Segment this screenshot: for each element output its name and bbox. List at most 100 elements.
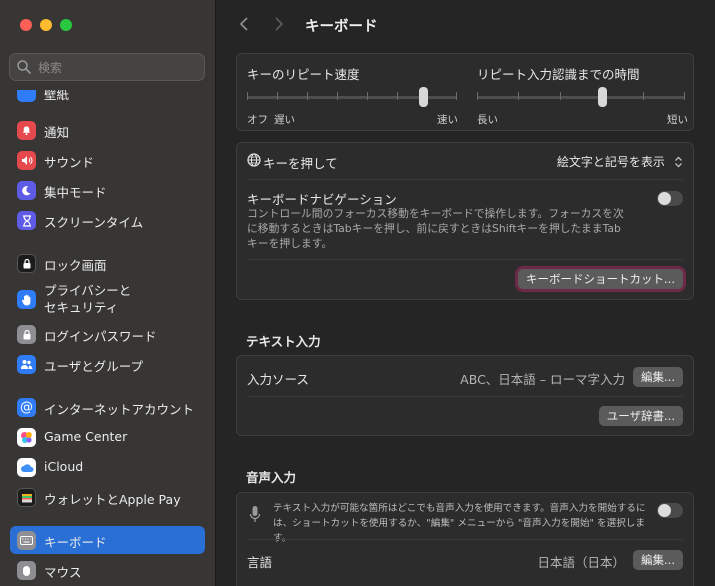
key-repeat-rate-label: キーのリピート速度 <box>247 67 360 82</box>
zoom-window-button[interactable] <box>60 19 72 31</box>
sidebar-item-internet-accounts[interactable]: @ インターネットアカウント <box>10 393 205 421</box>
page-title: キーボード <box>305 19 378 35</box>
sidebar: 壁紙 通知 サウンド 集中モード <box>0 0 216 586</box>
divider <box>247 259 683 260</box>
lock-screen-icon <box>17 254 36 273</box>
forward-button[interactable] <box>268 13 290 37</box>
sidebar-item-focus[interactable]: 集中モード <box>10 176 205 204</box>
lock-icon <box>17 325 36 344</box>
sidebar-item-label: ログインパスワード <box>44 329 157 344</box>
divider <box>247 539 683 540</box>
toggle-knob <box>658 192 671 205</box>
chevron-left-icon <box>239 17 248 31</box>
key-repeat-rate-thumb[interactable] <box>419 87 428 107</box>
sidebar-item-label: 壁紙 <box>44 90 70 102</box>
sidebar-item-label: スクリーンタイム <box>44 215 144 230</box>
search-field[interactable] <box>9 53 205 81</box>
repeat-delay-slider[interactable] <box>477 84 685 114</box>
globe-key-label: キーを押して <box>263 156 338 171</box>
wallpaper-icon <box>17 90 36 102</box>
dictation-language-value: 日本語（日本） <box>537 555 625 570</box>
key-repeat-rate-slider[interactable] <box>247 84 457 114</box>
input-sources-value: ABC、日本語 – ローマ字入力 <box>460 372 625 387</box>
sidebar-item-label: 通知 <box>44 125 70 140</box>
search-icon <box>17 60 31 74</box>
mouse-icon <box>17 561 36 580</box>
search-input[interactable] <box>36 58 200 78</box>
sidebar-item-label: ユーザとグループ <box>44 359 144 374</box>
key-repeat-card: キーのリピート速度 オフ 遅い 速い リピート入力認識までの時間 長い 短い <box>236 53 694 131</box>
dictation-card: テキスト入力が可能な箇所はどこでも音声入力を使用できます。音声入力を開始するには… <box>236 492 694 586</box>
minimize-window-button[interactable] <box>40 19 52 31</box>
sidebar-list: 壁紙 通知 サウンド 集中モード スクリーンタイム ロック画面 プライバシーと … <box>0 90 215 586</box>
divider <box>247 396 683 397</box>
text-input-card: 入力ソース ABC、日本語 – ローマ字入力 編集... ユーザ辞書... <box>236 355 694 436</box>
input-sources-edit-button[interactable]: 編集... <box>633 367 683 387</box>
users-icon <box>17 355 36 374</box>
sidebar-item-icloud[interactable]: iCloud <box>10 453 205 481</box>
delay-long-label: 長い <box>477 114 498 126</box>
sidebar-item-users[interactable]: ユーザとグループ <box>10 350 205 378</box>
sidebar-item-sound[interactable]: サウンド <box>10 146 205 174</box>
wallet-icon <box>17 488 36 507</box>
globe-icon <box>247 153 261 167</box>
hourglass-icon <box>17 211 36 230</box>
sidebar-item-game-center[interactable]: Game Center <box>10 423 205 451</box>
moon-icon <box>17 181 36 200</box>
sidebar-item-lock-screen[interactable]: ロック画面 <box>10 249 205 277</box>
sidebar-item-label: インターネットアカウント <box>44 402 195 417</box>
sidebar-item-notifications[interactable]: 通知 <box>10 116 205 144</box>
dictation-toggle[interactable] <box>657 503 683 518</box>
sidebar-item-label: マウス <box>44 565 82 580</box>
sidebar-item-label: iCloud <box>44 459 84 474</box>
cloud-icon <box>17 458 36 477</box>
globe-key-value: 絵文字と記号を表示 <box>556 155 665 169</box>
at-icon: @ <box>17 398 36 417</box>
keyboard-navigation-toggle[interactable] <box>657 191 683 206</box>
dictation-language-label: 言語 <box>247 555 273 570</box>
globe-key-popup[interactable]: 絵文字と記号を表示 <box>557 151 683 171</box>
sidebar-item-wallet[interactable]: ウォレットとApple Pay <box>10 483 205 511</box>
repeat-delay-thumb[interactable] <box>598 87 607 107</box>
keyboard-shortcuts-button[interactable]: キーボードショートカット... <box>518 269 683 289</box>
delay-short-label: 短い <box>667 114 688 126</box>
speaker-icon <box>17 151 36 170</box>
sidebar-item-screen-time[interactable]: スクリーンタイム <box>10 206 205 234</box>
toggle-knob <box>658 504 671 517</box>
hand-icon <box>17 290 36 309</box>
keyboard-icon <box>17 531 36 550</box>
chevron-up-down-icon <box>675 156 682 168</box>
rate-fast-label: 速い <box>437 114 458 126</box>
chevron-right-icon <box>275 17 284 31</box>
sidebar-item-keyboard[interactable]: キーボード <box>10 526 205 554</box>
sidebar-item-label: プライバシーと セキュリティ <box>44 283 132 315</box>
sidebar-item-wallpaper[interactable]: 壁紙 <box>10 90 205 106</box>
settings-window: 壁紙 通知 サウンド 集中モード <box>0 0 715 586</box>
dictation-section-title: 音声入力 <box>246 470 297 485</box>
sidebar-item-label: Game Center <box>44 429 128 444</box>
main-pane: キーボード キーのリピート速度 オフ 遅い 速い リピート入力認識までの時間 長… <box>216 0 715 586</box>
divider <box>247 179 683 180</box>
dictation-language-edit-button[interactable]: 編集... <box>633 550 683 570</box>
sidebar-item-label: サウンド <box>44 155 95 170</box>
sidebar-item-label: キーボード <box>44 535 107 550</box>
rate-off-label: オフ <box>247 114 268 126</box>
rate-slow-label: 遅い <box>274 114 295 126</box>
text-input-section-title: テキスト入力 <box>246 334 321 349</box>
microphone-icon <box>249 506 261 522</box>
back-button[interactable] <box>233 13 255 37</box>
sidebar-item-label: ロック画面 <box>44 258 107 273</box>
input-sources-label: 入力ソース <box>247 372 309 387</box>
sidebar-item-mouse[interactable]: マウス <box>10 556 205 584</box>
repeat-delay-label: リピート入力認識までの時間 <box>477 67 640 82</box>
bell-icon <box>17 121 36 140</box>
keyboard-options-card: キーを押して 絵文字と記号を表示 キーボードナビゲーション コントロール間のフォ… <box>236 142 694 300</box>
close-window-button[interactable] <box>20 19 32 31</box>
game-center-icon <box>17 428 36 447</box>
user-dictionary-button[interactable]: ユーザ辞書... <box>598 406 683 426</box>
sidebar-item-privacy[interactable]: プライバシーと セキュリティ <box>10 283 205 317</box>
sidebar-item-label: ウォレットとApple Pay <box>44 492 181 507</box>
sidebar-item-label: 集中モード <box>44 185 107 200</box>
sidebar-item-login-password[interactable]: ログインパスワード <box>10 320 205 348</box>
keyboard-navigation-description: コントロール間のフォーカス移動をキーボードで操作します。フォーカスを次に移動する… <box>247 207 624 250</box>
